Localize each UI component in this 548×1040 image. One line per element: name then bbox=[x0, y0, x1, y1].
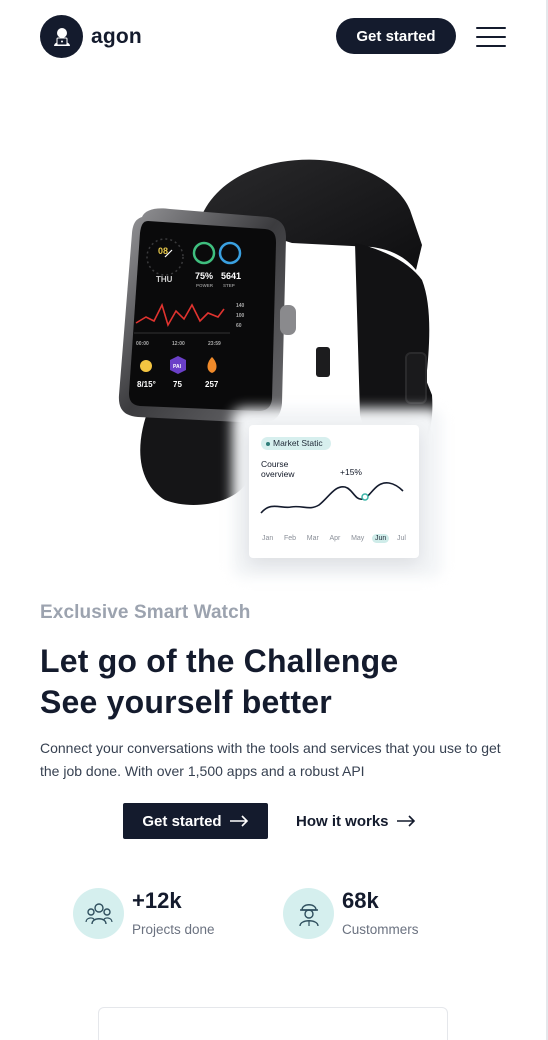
month-label: Apr bbox=[329, 535, 341, 542]
svg-text:POWER: POWER bbox=[196, 283, 214, 288]
hero-get-started-button[interactable]: Get started bbox=[123, 803, 268, 839]
month-label: May bbox=[351, 535, 365, 542]
how-it-works-link[interactable]: How it works bbox=[296, 803, 416, 839]
svg-text:STEP: STEP bbox=[223, 283, 235, 288]
month-axis: Jan Feb Mar Apr May Jun Jul bbox=[259, 534, 409, 543]
header-get-started-button[interactable]: Get started bbox=[336, 18, 456, 54]
headline-line-1: Let go of the Challenge bbox=[40, 643, 399, 679]
svg-text:PAI: PAI bbox=[173, 364, 182, 370]
svg-text:100: 100 bbox=[236, 313, 245, 319]
svg-text:THU: THU bbox=[156, 275, 173, 284]
stat-label: Custommers bbox=[342, 922, 419, 937]
stat-projects: +12k Projects done bbox=[73, 888, 215, 939]
hero-eyebrow: Exclusive Smart Watch bbox=[40, 602, 251, 623]
logo-avatar-icon bbox=[40, 15, 83, 58]
svg-text:00:00: 00:00 bbox=[136, 341, 149, 347]
menu-line bbox=[476, 36, 506, 38]
next-section-card bbox=[98, 1007, 448, 1040]
stat-value: 68k bbox=[342, 888, 379, 913]
course-overview-line-chart bbox=[260, 482, 404, 514]
market-static-badge: Market Static bbox=[261, 437, 331, 450]
stat-text: 68k Custommers bbox=[342, 888, 419, 937]
month-label: Feb bbox=[283, 535, 297, 542]
logo-text: agon bbox=[91, 24, 142, 48]
svg-text:75%: 75% bbox=[195, 271, 213, 281]
hero-headline: Let go of the Challenge See yourself bet… bbox=[40, 641, 398, 723]
stat-value: +12k bbox=[132, 888, 182, 913]
hero-description: Connect your conversations with the tool… bbox=[40, 740, 501, 779]
hamburger-menu-icon[interactable] bbox=[476, 27, 506, 47]
svg-text:12:00: 12:00 bbox=[172, 341, 185, 347]
landing-page: agon Get started 08 THU 75% 5641 POWER S… bbox=[0, 0, 548, 1040]
arrow-right-icon bbox=[396, 815, 415, 827]
hero-get-started-label: Get started bbox=[142, 812, 222, 830]
svg-text:08: 08 bbox=[158, 246, 168, 256]
month-label: Mar bbox=[306, 535, 319, 542]
stat-text: +12k Projects done bbox=[132, 888, 215, 937]
logo[interactable]: agon bbox=[40, 15, 142, 58]
menu-line bbox=[476, 45, 506, 47]
svg-text:5641: 5641 bbox=[221, 271, 241, 281]
month-label: Jul bbox=[396, 535, 406, 542]
arrow-right-icon bbox=[229, 815, 248, 827]
svg-text:140: 140 bbox=[236, 303, 245, 309]
team-icon bbox=[73, 888, 124, 939]
month-label-active: Jun bbox=[372, 534, 390, 543]
svg-text:23:59: 23:59 bbox=[208, 341, 221, 347]
how-it-works-label: How it works bbox=[296, 812, 389, 830]
svg-text:60: 60 bbox=[236, 323, 242, 329]
market-static-card: Market Static Course overview +15% Jan F… bbox=[249, 425, 419, 558]
menu-line bbox=[476, 27, 506, 29]
svg-text:257: 257 bbox=[205, 380, 219, 389]
stat-customers: 68k Custommers bbox=[283, 888, 419, 939]
site-header: agon Get started bbox=[0, 0, 548, 72]
svg-text:8/15°: 8/15° bbox=[137, 380, 156, 389]
stat-label: Projects done bbox=[132, 922, 215, 937]
headline-line-2: See yourself better bbox=[40, 684, 332, 720]
svg-text:75: 75 bbox=[173, 380, 182, 389]
worker-icon bbox=[283, 888, 334, 939]
month-label: Jan bbox=[262, 535, 274, 542]
